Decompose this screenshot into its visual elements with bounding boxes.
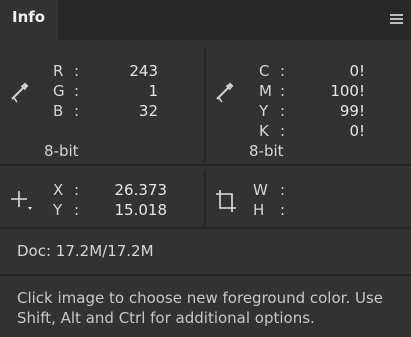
cmyk-colon-m: : xyxy=(280,82,286,100)
rgb-colon-g: : xyxy=(74,82,80,100)
eyedropper-icon[interactable] xyxy=(8,79,32,103)
rgb-colon-b: : xyxy=(74,102,80,120)
rgb-value-b: 32 xyxy=(138,102,158,120)
hint-line-2: Shift, Alt and Ctrl for additional optio… xyxy=(17,309,315,327)
cmyk-label-m: M xyxy=(259,82,272,100)
divider-horizontal-1 xyxy=(0,164,411,166)
cmyk-value-k: 0! xyxy=(349,122,365,140)
rgb-label-b: B xyxy=(53,102,64,120)
divider-vertical-mid xyxy=(204,170,206,226)
cmyk-colon-c: : xyxy=(280,62,286,80)
cmyk-colon-k: : xyxy=(280,122,286,140)
position-colon-y: : xyxy=(74,201,80,219)
rgb-value-g: 1 xyxy=(148,82,158,100)
position-colon-x: : xyxy=(74,181,80,199)
cmyk-value-m: 100! xyxy=(330,82,365,100)
divider-horizontal-3 xyxy=(0,274,411,276)
position-label-x: X xyxy=(53,181,64,199)
cmyk-label-y: Y xyxy=(259,102,269,120)
tab-info[interactable]: Info xyxy=(0,0,58,40)
position-label-y: Y xyxy=(53,201,63,219)
size-colon-w: : xyxy=(280,181,286,199)
cmyk-colon-y: : xyxy=(280,102,286,120)
cmyk-value-c: 0! xyxy=(349,62,365,80)
cmyk-label-c: C xyxy=(259,62,270,80)
hamburger-menu-icon[interactable] xyxy=(390,14,403,24)
selection-size-icon xyxy=(216,190,236,212)
rgb-label-r: R xyxy=(53,62,64,80)
rgb-mode-label[interactable]: 8-bit xyxy=(44,142,79,160)
rgb-value-r: 243 xyxy=(129,62,158,80)
rgb-colon-r: : xyxy=(74,62,80,80)
doc-size-text: Doc: 17.2M/17.2M xyxy=(17,242,154,260)
size-colon-h: : xyxy=(280,201,286,219)
cmyk-label-k: K xyxy=(259,122,269,140)
crosshair-icon[interactable] xyxy=(8,188,34,212)
cmyk-value-y: 99! xyxy=(339,102,365,120)
divider-vertical-top xyxy=(204,48,206,162)
tab-info-label: Info xyxy=(12,8,46,26)
position-value-y: 15.018 xyxy=(114,201,168,219)
eyedropper-icon[interactable] xyxy=(213,79,237,103)
rgb-label-g: G xyxy=(53,82,65,100)
size-label-w: W xyxy=(253,181,268,199)
position-value-x: 26.373 xyxy=(114,181,168,199)
size-label-h: H xyxy=(253,201,265,219)
divider-horizontal-2 xyxy=(0,227,411,229)
tab-bar: Info xyxy=(0,0,411,40)
hint-line-1: Click image to choose new foreground col… xyxy=(17,289,383,307)
cmyk-mode-label[interactable]: 8-bit xyxy=(249,142,284,160)
